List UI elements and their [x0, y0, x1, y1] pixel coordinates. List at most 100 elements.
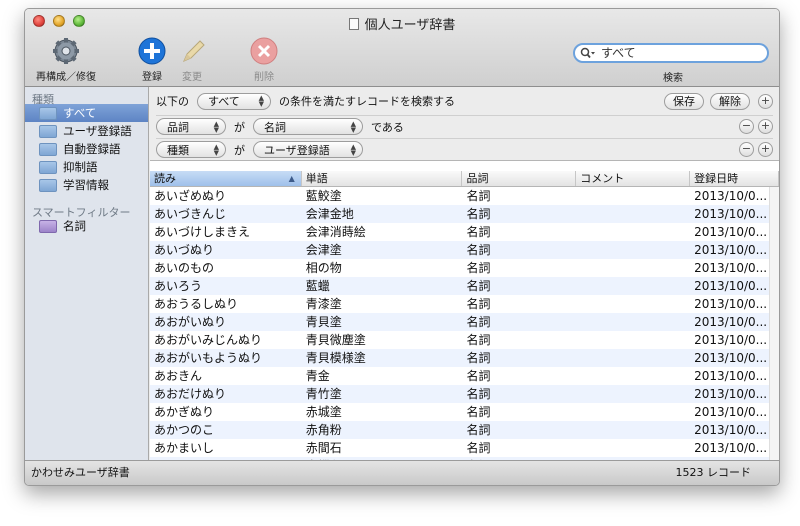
add-rule-button[interactable]: +: [758, 142, 773, 157]
add-label: 登録: [142, 72, 162, 83]
plus-icon: [138, 37, 166, 65]
cell-date: 2013/10/0...: [694, 405, 768, 419]
cell-pos: 名詞: [466, 405, 491, 419]
sidebar-item-label: すべて: [63, 106, 97, 120]
cell-pos: 名詞: [466, 369, 491, 383]
cell-word: 赤城塗: [305, 405, 342, 419]
cell-date: 2013/10/0...: [694, 261, 768, 275]
search-label: 検索: [663, 73, 683, 84]
folder-icon: [39, 142, 57, 156]
edit-button[interactable]: 変更: [175, 37, 209, 83]
remove-rule-button[interactable]: −: [739, 119, 754, 134]
rebuild-button[interactable]: 再構成／修復: [33, 37, 99, 83]
cell-word: 青貝塗: [305, 315, 342, 329]
rule-row-pos: 品詞 ▲ ▼ が 名詞 ▲ ▼ である − +: [156, 115, 773, 137]
sidebar-item-auto-words[interactable]: 自動登録語: [25, 140, 148, 158]
table-row[interactable]: あいざめぬり 藍鮫塗 名詞 2013/10/0...: [150, 187, 779, 205]
sidebar-item-user-words[interactable]: ユーザ登録語: [25, 122, 148, 140]
table-row[interactable]: あかまいし 赤間石 名詞 2013/10/0...: [150, 439, 779, 457]
add-rule-button[interactable]: +: [758, 119, 773, 134]
sidebar-item-label: 名詞: [63, 219, 86, 233]
cell-word: 青貝微塵塗: [305, 333, 366, 347]
updown-arrow-icon: ▲ ▼: [213, 142, 219, 157]
gear-icon: [53, 38, 79, 64]
cell-word: 青漆塗: [305, 297, 342, 311]
cell-comment: [576, 277, 690, 295]
folder-icon: [39, 124, 57, 138]
sidebar-item-label: 学習情報: [63, 178, 109, 192]
sidebar-item-learning-info[interactable]: 学習情報: [25, 176, 148, 194]
table-row[interactable]: あいろう 藍蠟 名詞 2013/10/0...: [150, 277, 779, 295]
cell-pos: 名詞: [466, 279, 491, 293]
cell-date: 2013/10/0...: [694, 315, 768, 329]
rule-value-select[interactable]: 名詞 ▲ ▼: [253, 118, 363, 135]
table-row[interactable]: あかつのこ 赤角粉 名詞 2013/10/0...: [150, 421, 779, 439]
rule-prefix: 以下の: [156, 95, 189, 108]
add-button[interactable]: 登録: [137, 37, 167, 83]
cell-reading: あいろう: [154, 279, 203, 293]
table-row[interactable]: あおうるしぬり 青漆塗 名詞 2013/10/0...: [150, 295, 779, 313]
cell-date: 2013/10/0...: [694, 387, 768, 401]
column-header-pos[interactable]: 品詞: [462, 171, 577, 186]
main-content: 以下の すべて ▲ ▼ の条件を満たすレコードを検索する 保存 解除 + 品詞 ▲ ▼ …: [150, 87, 779, 462]
column-header-reading[interactable]: 読み ▲: [150, 171, 302, 186]
cell-comment: [576, 223, 690, 241]
cell-word: 藍蠟: [305, 279, 330, 293]
remove-rule-button[interactable]: −: [739, 142, 754, 157]
cell-comment: [576, 367, 690, 385]
match-all-select[interactable]: すべて ▲ ▼: [197, 92, 271, 110]
rule-field-select[interactable]: 品詞 ▲ ▼: [156, 118, 226, 135]
toolbar: 個人ユーザ辞書 再構成／修復 登録 変更 削除 すべて 検索: [25, 9, 779, 87]
cell-date: 2013/10/0...: [694, 279, 768, 293]
cell-pos: 名詞: [466, 387, 491, 401]
updown-arrow-icon: ▲ ▼: [258, 94, 264, 108]
search-field[interactable]: すべて: [573, 43, 769, 63]
sort-ascending-icon: ▲: [288, 174, 295, 183]
cell-word: 会津金地: [305, 207, 354, 221]
table-row[interactable]: あかぎぬり 赤城塗 名詞 2013/10/0...: [150, 403, 779, 421]
table-body: あいざめぬり 藍鮫塗 名詞 2013/10/0... あいづきんじ 会津金地名詞 2013/…: [150, 187, 779, 462]
table-row[interactable]: あいのもの 相の物 名詞 2013/10/0...: [150, 259, 779, 277]
vertical-scrollbar[interactable]: [769, 187, 779, 462]
cell-date: 2013/10/0...: [694, 207, 768, 221]
cell-reading: あいづきんじ: [154, 207, 227, 221]
cell-date: 2013/10/0...: [694, 333, 768, 347]
delete-button[interactable]: 削除: [247, 37, 281, 83]
cell-word: 赤間石: [305, 441, 342, 455]
table-header: 読み ▲ 単語 品詞 コメント 登録日時: [150, 171, 779, 187]
table-row[interactable]: あいづきんじ 会津金地 名詞 2013/10/0...: [150, 205, 779, 223]
cell-reading: あおがいぬり: [154, 315, 227, 329]
search-icon: [580, 47, 595, 59]
cell-reading: あおがいみじんぬり: [154, 333, 263, 347]
cell-pos: 名詞: [466, 351, 491, 365]
cell-comment: [576, 421, 690, 439]
table-row[interactable]: あおがいみじんぬり 青貝微塵塗 名詞 2013/10/0...: [150, 331, 779, 349]
cell-comment: [576, 439, 690, 457]
cell-word: 赤角粉: [305, 423, 342, 437]
table-row[interactable]: あおきん 青金 名詞 2013/10/0...: [150, 367, 779, 385]
rule-field-select[interactable]: 種類 ▲ ▼: [156, 141, 226, 158]
sidebar-header-smart-filter: スマートフィルター: [32, 206, 131, 219]
clear-rule-button[interactable]: 解除: [710, 92, 750, 110]
sidebar-item-label: 抑制語: [63, 160, 98, 174]
save-rule-button[interactable]: 保存: [664, 92, 704, 110]
status-app-name: かわせみユーザ辞書: [31, 466, 130, 479]
add-rule-button[interactable]: +: [758, 93, 773, 109]
table-row[interactable]: あおだけぬり 青竹塗 名詞 2013/10/0...: [150, 385, 779, 403]
cell-reading: あおがいもようぬり: [154, 351, 263, 365]
sidebar-item-label: 自動登録語: [63, 142, 121, 156]
table-row[interactable]: あおがいもようぬり 青貝模様塗 名詞 2013/10/0...: [150, 349, 779, 367]
table-row[interactable]: あいづぬり 会津塗 名詞 2013/10/0...: [150, 241, 779, 259]
cell-pos: 名詞: [466, 333, 491, 347]
rule-value-select[interactable]: ユーザ登録語 ▲ ▼: [253, 141, 363, 158]
table-row[interactable]: あいづけしまきえ 会津消蒔絵 名詞 2013/10/0...: [150, 223, 779, 241]
column-header-comment[interactable]: コメント: [576, 171, 691, 186]
cell-comment: [576, 259, 690, 277]
status-bar: かわせみユーザ辞書 1523 レコード: [25, 460, 779, 485]
table-row[interactable]: あおがいぬり 青貝塗 名詞 2013/10/0...: [150, 313, 779, 331]
column-header-word[interactable]: 単語: [302, 171, 463, 186]
sidebar-item-all[interactable]: すべて: [25, 104, 148, 122]
cell-pos: 名詞: [466, 261, 491, 275]
column-header-date[interactable]: 登録日時: [690, 171, 779, 186]
sidebar-item-suppressed-words[interactable]: 抑制語: [25, 158, 148, 176]
